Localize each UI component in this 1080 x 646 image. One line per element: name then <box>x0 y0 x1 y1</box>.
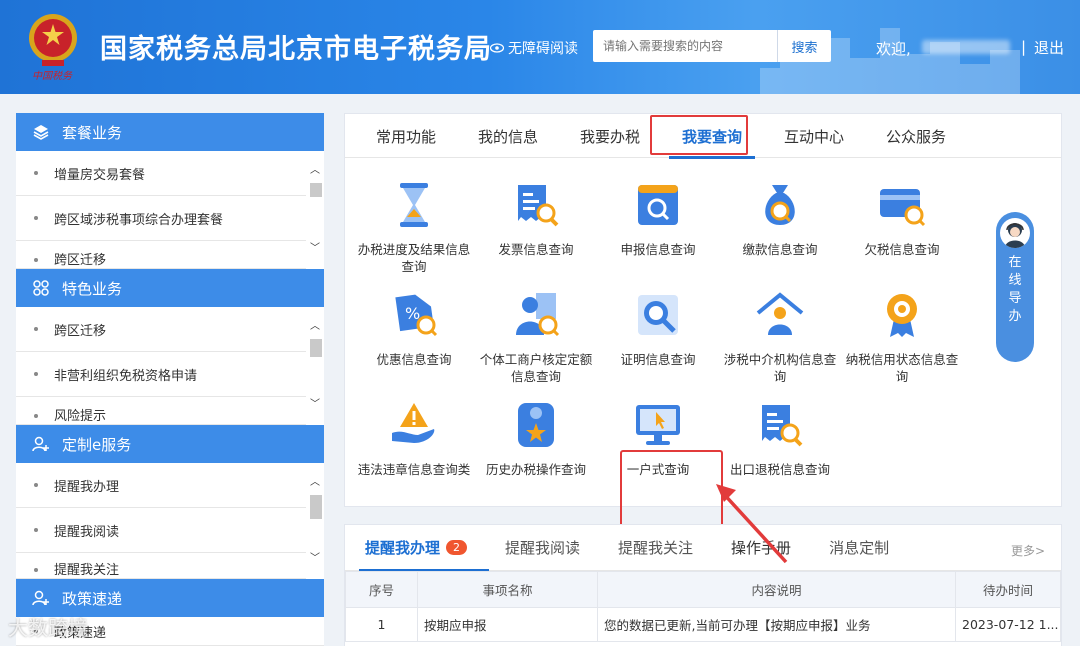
sidebar-header-label: 特色业务 <box>62 279 123 298</box>
col-header: 待办时间 <box>955 571 1061 608</box>
chevron-up-icon[interactable]: ︿ <box>309 165 321 177</box>
svg-text:中国税务: 中国税务 <box>32 70 73 82</box>
tile-invoice-query[interactable]: 发票信息查询 <box>477 179 595 258</box>
search-button[interactable]: 搜索 <box>777 30 831 62</box>
warning-hand-icon <box>392 403 435 443</box>
site-title: 国家税务总局北京市电子税务局 <box>100 34 492 65</box>
col-header: 内容说明 <box>597 571 956 608</box>
tax-emblem-logo: 中国税务 <box>29 14 77 82</box>
sidebar-section-featured: 特色业务 跨区迁移 非营利组织免税资格申请 风险提示 ︿ ﹀ <box>16 269 324 425</box>
username-redacted <box>922 40 1010 54</box>
accessibility-label: 无障碍阅读 <box>508 41 578 57</box>
monitor-cursor-icon <box>636 405 680 445</box>
col-header: 序号 <box>345 571 418 608</box>
money-bag-icon <box>765 185 795 225</box>
tile-arrears-query[interactable]: 欠税信息查询 <box>843 179 961 258</box>
agency-house-icon <box>756 292 804 335</box>
user-plus-icon <box>32 590 49 606</box>
tab-do-tax[interactable]: 我要办税 <box>559 114 661 158</box>
tile-export-refund-query[interactable]: 出口退税信息查询 <box>721 399 839 478</box>
tile-declare-query[interactable]: 申报信息查询 <box>599 179 717 258</box>
reminder-panel: 提醒我办理 2 提醒我阅读 提醒我关注 操作手册 消息定制 更多> 序号 事项名… <box>344 524 1062 646</box>
sidebar-item[interactable]: 跨区迁移 <box>16 241 324 269</box>
table-row[interactable]: 1 按期应申报 您的数据已更新,当前可办理【按期应申报】业务 2023-07-1… <box>345 607 1061 642</box>
sidebar-scrollbar[interactable]: ︿ ﹀ <box>306 151 324 269</box>
more-link[interactable]: 更多> <box>1011 542 1045 559</box>
sidebar-item[interactable]: 提醒我阅读 <box>16 508 324 553</box>
logout-link[interactable]: 退出 <box>1034 37 1064 58</box>
person-search-icon <box>516 293 560 337</box>
sidebar-scrollbar[interactable]: ︿ ﹀ <box>306 463 324 579</box>
tile-discount-query[interactable]: % 优惠信息查询 <box>355 289 473 368</box>
online-guide-button[interactable]: 在 线 导 办 <box>996 212 1034 362</box>
chevron-up-icon[interactable]: ︿ <box>309 477 321 489</box>
tile-individual-query[interactable]: 个体工商户核定定额信息查询 <box>477 289 595 385</box>
sidebar-header-label: 政策速递 <box>62 589 123 608</box>
tile-progress-query[interactable]: 办税进度及结果信息查询 <box>355 179 473 275</box>
grid-icon <box>33 280 49 296</box>
tile-agency-query[interactable]: 涉税中介机构信息查询 <box>721 289 839 385</box>
user-plus-icon <box>32 436 49 452</box>
chevron-down-icon[interactable]: ﹀ <box>309 243 321 255</box>
sidebar-section-custom: 定制e服务 提醒我办理 提醒我阅读 提醒我关注 ︿ ﹀ <box>16 425 324 579</box>
sidebar-scrollbar[interactable]: ︿ ﹀ <box>306 307 324 425</box>
sidebar-header-custom[interactable]: 定制e服务 <box>16 425 324 463</box>
tile-certificate-query[interactable]: 证明信息查询 <box>599 289 717 368</box>
tile-payment-query[interactable]: 缴款信息查询 <box>721 179 839 258</box>
discount-tag-icon: % <box>395 294 438 337</box>
sidebar-item[interactable]: 非营利组织免税资格申请 <box>16 352 324 397</box>
sidebar-item[interactable]: 增量房交易套餐 <box>16 151 324 196</box>
sidebar-item[interactable]: 风险提示 <box>16 397 324 425</box>
tile-history-query[interactable]: 历史办税操作查询 <box>477 399 595 478</box>
card-icon <box>880 189 926 227</box>
welcome-text: 欢迎, <box>876 40 911 58</box>
tab-remind-follow[interactable]: 提醒我关注 <box>618 537 693 558</box>
query-panel: 常用功能 我的信息 我要办税 我要查询 互动中心 公众服务 办税进度及结果信息查… <box>344 113 1062 551</box>
history-star-icon <box>518 403 554 447</box>
tab-manual[interactable]: 操作手册 <box>731 537 791 558</box>
chevron-down-icon[interactable]: ﹀ <box>309 399 321 411</box>
layers-icon <box>33 125 49 140</box>
header-bar: 中国税务 国家税务总局北京市电子税务局 无障碍阅读 搜索 欢迎, | 退出 <box>0 0 1080 94</box>
hourglass-icon <box>400 183 428 227</box>
watermark: 大数跨境 <box>8 616 88 640</box>
certificate-search-icon <box>638 295 678 335</box>
credit-medal-icon <box>887 294 917 337</box>
header-separator: | <box>1021 38 1027 56</box>
main-tabs: 常用功能 我的信息 我要办税 我要查询 互动中心 公众服务 <box>345 114 1061 159</box>
tab-public-service[interactable]: 公众服务 <box>865 114 967 158</box>
count-badge: 2 <box>446 540 468 555</box>
tile-violation-query[interactable]: 违法违章信息查询类 <box>355 399 473 478</box>
export-refund-icon <box>762 405 803 447</box>
col-header: 事项名称 <box>417 571 598 608</box>
tab-message-custom[interactable]: 消息定制 <box>829 537 889 558</box>
sidebar-header-label: 套餐业务 <box>62 123 123 142</box>
sidebar-header-label: 定制e服务 <box>62 435 132 454</box>
tab-interaction[interactable]: 互动中心 <box>763 114 865 158</box>
sidebar-item[interactable]: 跨区域涉税事项综合办理套餐 <box>16 196 324 241</box>
reminder-table: 序号 事项名称 内容说明 待办时间 1 按期应申报 您的数据已更新,当前可办理【… <box>345 571 1061 642</box>
agent-avatar-icon <box>1000 218 1030 248</box>
declare-search-icon <box>638 185 678 225</box>
tile-credit-query[interactable]: 纳税信用状态信息查询 <box>843 289 961 385</box>
tab-remind-read[interactable]: 提醒我阅读 <box>505 537 580 558</box>
invoice-search-icon <box>518 185 559 227</box>
sidebar-header-package[interactable]: 套餐业务 <box>16 113 324 151</box>
reminder-tabs: 提醒我办理 2 提醒我阅读 提醒我关注 操作手册 消息定制 更多> <box>345 525 1061 571</box>
sidebar-item[interactable]: 提醒我关注 <box>16 553 324 579</box>
sidebar-header-featured[interactable]: 特色业务 <box>16 269 324 307</box>
chevron-down-icon[interactable]: ﹀ <box>309 553 321 565</box>
accessibility-link[interactable]: 无障碍阅读 <box>490 38 578 58</box>
tab-my-info[interactable]: 我的信息 <box>457 114 559 158</box>
search-input[interactable] <box>593 30 777 62</box>
chevron-up-icon[interactable]: ︿ <box>309 321 321 333</box>
tile-one-stop-query[interactable]: 一户式查询 <box>599 399 717 478</box>
sidebar-item[interactable]: 跨区迁移 <box>16 307 324 352</box>
tab-common[interactable]: 常用功能 <box>355 114 457 158</box>
sidebar-item[interactable]: 提醒我办理 <box>16 463 324 508</box>
tab-query[interactable]: 我要查询 <box>661 114 763 159</box>
sidebar-section-package: 套餐业务 增量房交易套餐 跨区域涉税事项综合办理套餐 跨区迁移 ︿ ﹀ <box>16 113 324 269</box>
tab-remind-handle[interactable]: 提醒我办理 2 <box>365 537 468 558</box>
eye-icon <box>490 43 504 53</box>
